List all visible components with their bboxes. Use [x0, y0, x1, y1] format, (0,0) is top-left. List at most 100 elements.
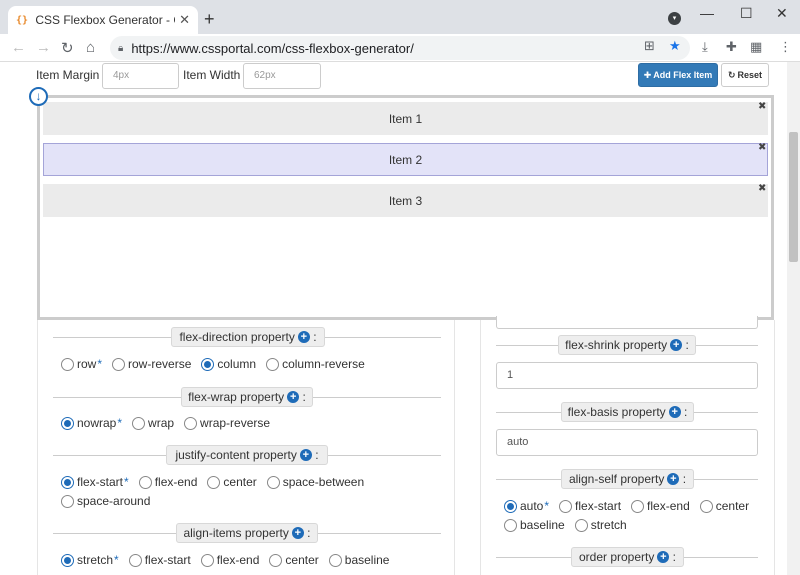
radio-button[interactable] — [266, 357, 280, 371]
radio-button[interactable] — [184, 416, 198, 430]
radio-button[interactable] — [207, 475, 221, 489]
radio-flex-end[interactable]: flex-end — [631, 499, 690, 513]
flex-grow-input[interactable] — [496, 316, 758, 329]
radio-button-selected[interactable] — [61, 553, 74, 567]
flex-item-label: Item 1 — [388, 111, 423, 126]
extensions-icon[interactable]: ✚ — [726, 39, 737, 55]
radio-button[interactable] — [61, 494, 74, 508]
forward-icon[interactable]: → — [36, 39, 51, 56]
radio-button[interactable] — [574, 518, 588, 532]
remove-item-icon[interactable]: ✖ — [758, 101, 766, 112]
new-tab-icon[interactable]: + — [204, 9, 215, 30]
remove-item-icon[interactable]: ✖ — [758, 183, 766, 194]
radio-wrap-reverse[interactable]: wrap-reverse — [184, 416, 270, 430]
info-plus-icon[interactable]: + — [297, 331, 310, 343]
radio-flex-start[interactable]: flex-start — [559, 499, 621, 513]
radio-button[interactable] — [699, 499, 713, 513]
info-plus-icon[interactable]: + — [668, 406, 681, 418]
radio-button-selected[interactable] — [201, 357, 215, 371]
remove-item-icon[interactable]: ✖ — [758, 142, 766, 153]
radio-center[interactable]: center — [699, 499, 749, 513]
radio-center[interactable]: center — [269, 553, 319, 567]
radio-button[interactable] — [266, 475, 280, 489]
profile-icon[interactable]: ▾ — [668, 12, 681, 25]
info-plus-icon[interactable]: + — [299, 449, 312, 461]
radio-button[interactable] — [61, 357, 74, 371]
radio-button-selected[interactable] — [61, 475, 74, 489]
radio-button[interactable] — [504, 518, 517, 532]
flex-item-label: Item 3 — [388, 193, 423, 208]
radio-flex-end[interactable]: flex-end — [200, 553, 260, 567]
radio-button[interactable] — [138, 475, 152, 489]
radio-wrap[interactable]: wrap — [132, 416, 174, 430]
reload-icon[interactable]: ↻ — [61, 39, 74, 57]
radio-flex-end[interactable]: flex-end — [138, 475, 197, 489]
flex-item[interactable]: Item 3 — [43, 184, 768, 217]
radio-button[interactable] — [200, 553, 214, 567]
browser-tab[interactable]: {} CSS Flexbox Generator - CSS Po ✕ — [8, 6, 198, 34]
translate-icon[interactable]: ⊞ — [644, 38, 655, 54]
radio-button[interactable] — [132, 416, 146, 430]
radio-button[interactable] — [269, 553, 283, 567]
lock-icon[interactable]: 🔒︎ — [118, 43, 123, 54]
align-self-options: auto * flex-start flex-end center — [504, 499, 759, 513]
window-close-icon[interactable]: ✕ — [776, 5, 788, 22]
info-plus-icon[interactable]: + — [670, 339, 683, 351]
radio-flex-start[interactable]: flex-start — [128, 553, 191, 567]
radio-auto[interactable]: auto * — [504, 499, 549, 513]
flex-item-selected[interactable]: Item 2 — [43, 143, 768, 176]
radio-column[interactable]: column — [201, 357, 256, 371]
radio-label: flex-end — [216, 553, 260, 567]
justify-content-options-row2: space-around — [61, 494, 160, 508]
radio-label: row-reverse — [128, 357, 192, 371]
info-plus-icon[interactable]: + — [291, 527, 304, 539]
reset-button[interactable]: ↻ Reset — [721, 63, 769, 87]
add-flex-item-label: Add Flex Item — [653, 70, 713, 80]
maximize-icon[interactable]: ☐ — [740, 5, 753, 22]
info-plus-icon[interactable]: + — [657, 551, 670, 563]
radio-space-between[interactable]: space-between — [266, 475, 364, 489]
radio-flex-start[interactable]: flex-start * — [61, 475, 129, 489]
radio-button[interactable] — [328, 553, 342, 567]
back-icon[interactable]: ← — [11, 39, 26, 56]
radio-button[interactable] — [631, 499, 645, 513]
radio-center[interactable]: center — [207, 475, 257, 489]
radio-row[interactable]: row * — [61, 357, 102, 371]
tab-close-icon[interactable]: ✕ — [179, 12, 190, 28]
radio-button[interactable] — [559, 499, 573, 513]
info-plus-icon[interactable]: + — [667, 473, 680, 485]
download-icon[interactable]: ⤓ — [702, 39, 708, 55]
address-bar[interactable]: 🔒︎ https://www.cssportal.com/css-flexbox… — [110, 36, 690, 60]
info-plus-icon[interactable]: + — [287, 391, 300, 403]
url-text: https://www.cssportal.com/css-flexbox-ge… — [131, 40, 414, 56]
radio-stretch[interactable]: stretch * — [61, 553, 119, 567]
scrollbar-thumb[interactable] — [789, 132, 798, 262]
item-width-input[interactable]: 62px — [243, 63, 321, 89]
radio-column-reverse[interactable]: column-reverse — [266, 357, 365, 371]
minimize-icon[interactable]: — — [700, 5, 714, 21]
bookmark-star-icon[interactable]: ★ — [669, 38, 681, 54]
radio-button-selected[interactable] — [61, 416, 74, 430]
flex-item[interactable]: Item 1 — [43, 102, 768, 135]
menu-icon[interactable]: ⋮ — [779, 39, 792, 55]
radio-baseline[interactable]: baseline — [328, 553, 389, 567]
arrow-down-icon[interactable]: ↓ — [29, 87, 48, 106]
flex-basis-input[interactable]: auto — [496, 429, 758, 456]
align-items-label: align-items property + : — [176, 523, 318, 543]
flex-shrink-input[interactable]: 1 — [496, 362, 758, 389]
default-marker: * — [97, 357, 103, 371]
radio-row-reverse[interactable]: row-reverse — [112, 357, 191, 371]
radio-nowrap[interactable]: nowrap * — [61, 416, 122, 430]
radio-stretch[interactable]: stretch — [574, 518, 627, 532]
page-scrollbar[interactable] — [787, 62, 800, 575]
radio-label: wrap-reverse — [200, 416, 271, 430]
radio-button-selected[interactable] — [504, 499, 517, 513]
radio-button[interactable] — [128, 553, 142, 567]
add-flex-item-button[interactable]: ✚ Add Flex Item — [638, 63, 718, 87]
home-icon[interactable]: ⌂ — [86, 39, 95, 56]
radio-space-around[interactable]: space-around — [61, 494, 150, 508]
item-margin-input[interactable]: 4px — [102, 63, 179, 89]
radio-button[interactable] — [112, 357, 126, 371]
radio-baseline[interactable]: baseline — [504, 518, 565, 532]
extension-app-icon[interactable]: ▦ — [750, 39, 762, 55]
